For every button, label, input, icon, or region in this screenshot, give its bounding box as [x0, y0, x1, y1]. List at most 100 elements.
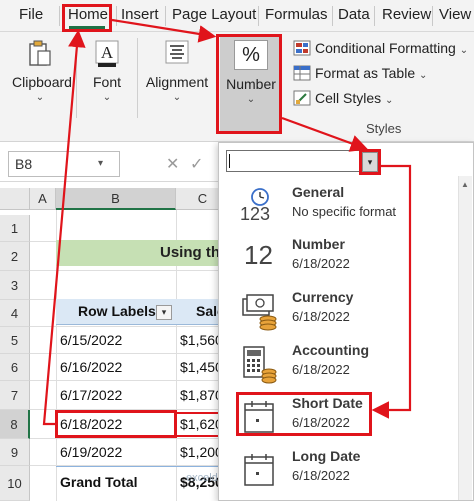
row-header[interactable]: 4	[0, 300, 30, 327]
format-as-table-icon	[293, 65, 311, 81]
chevron-down-icon: ⌄	[385, 95, 394, 106]
pivot-sales-cell[interactable]: $1,450	[180, 359, 223, 375]
pivot-sales-cell[interactable]: $1,870	[180, 387, 223, 403]
tab-insert[interactable]: Insert	[121, 6, 159, 23]
ribbon-separator	[137, 38, 138, 118]
cell-styles-button[interactable]: Cell Styles ⌄	[293, 90, 393, 106]
format-option-number[interactable]: 12 Number 6/18/2022	[232, 232, 454, 284]
format-option-preview: 6/18/2022	[292, 309, 350, 324]
styles-group-label: Styles	[366, 121, 402, 136]
grand-total-label[interactable]: Grand Total	[60, 474, 138, 490]
tab-view[interactable]: View	[439, 6, 471, 23]
name-box[interactable]: B8	[8, 151, 120, 177]
general-icon-digits: 123	[240, 204, 271, 224]
cell-styles-icon	[293, 90, 311, 106]
pivot-date-cell[interactable]: 6/19/2022	[60, 444, 122, 460]
font-color-icon: A	[95, 40, 119, 67]
tab-separator	[116, 6, 117, 26]
grand-total-border	[56, 466, 230, 467]
format-option-accounting[interactable]: Accounting 6/18/2022	[232, 338, 454, 390]
format-option-preview: 6/18/2022	[292, 468, 350, 483]
tab-separator	[59, 6, 60, 26]
selected-cell-highlight-box	[55, 410, 177, 438]
conditional-formatting-button[interactable]: Conditional Formatting ⌄	[293, 40, 468, 56]
format-option-name: Long Date	[292, 448, 361, 464]
row-header[interactable]: 1	[0, 215, 30, 242]
tab-separator	[332, 6, 333, 26]
chevron-down-icon: ⌄	[35, 92, 45, 103]
tab-separator	[165, 6, 166, 26]
dropdown-arrow-highlight-box	[359, 149, 381, 175]
name-box-value: B8	[15, 156, 33, 172]
column-header-a[interactable]: A	[30, 188, 56, 210]
chevron-down-icon[interactable]: ▾	[98, 158, 103, 169]
select-all-corner[interactable]	[0, 188, 30, 210]
tab-separator	[432, 6, 433, 26]
number-12-icon: 12	[244, 240, 273, 270]
filter-dropdown-icon[interactable]: ▾	[156, 305, 172, 320]
cancel-icon[interactable]: ✕	[166, 154, 179, 174]
tab-review[interactable]: Review	[382, 6, 431, 23]
format-option-name: Currency	[292, 289, 354, 305]
tab-data[interactable]: Data	[338, 6, 370, 23]
pivot-sales-cell[interactable]: $1,560	[180, 332, 223, 348]
number-highlight-box	[216, 34, 282, 134]
pivot-header-row-labels-text: Row Labels	[78, 303, 156, 319]
calendar-icon	[244, 454, 274, 486]
tab-page-layout[interactable]: Page Layout	[172, 6, 256, 23]
dropdown-scrollbar[interactable]	[458, 176, 472, 500]
tab-formulas[interactable]: Formulas	[265, 6, 328, 23]
home-tab-highlight-box	[62, 4, 112, 32]
row-header[interactable]: 10	[0, 466, 30, 501]
conditional-formatting-label: Conditional Formatting	[315, 40, 456, 56]
format-as-table-button[interactable]: Format as Table ⌄	[293, 65, 427, 81]
font-button[interactable]: A Font ⌄	[86, 40, 128, 103]
row-header[interactable]: 6	[0, 354, 30, 381]
pivot-date-cell[interactable]: 6/17/2022	[60, 387, 122, 403]
alignment-label: Alignment	[145, 74, 209, 90]
row-header[interactable]: 2	[0, 242, 30, 271]
chevron-down-icon: ⌄	[419, 70, 428, 81]
row-header[interactable]: 7	[0, 381, 30, 410]
row-header[interactable]: 3	[0, 271, 30, 300]
tab-separator	[374, 6, 375, 26]
format-option-name: Accounting	[292, 342, 369, 358]
format-option-preview: 6/18/2022	[292, 256, 350, 271]
tab-file[interactable]: File	[19, 6, 43, 23]
clipboard-button[interactable]: Clipboard ⌄	[12, 40, 72, 103]
short-date-highlight-box	[236, 392, 372, 436]
currency-bills-icon	[242, 294, 277, 331]
column-header-b[interactable]: B	[56, 188, 176, 210]
alignment-icon	[165, 40, 189, 64]
chevron-down-icon: ⌄	[459, 45, 469, 56]
pivot-sales-cell[interactable]: $1,200	[180, 444, 223, 460]
pivot-date-cell[interactable]: 6/16/2022	[60, 359, 122, 375]
format-option-preview: 6/18/2022	[292, 362, 350, 377]
calculator-icon	[243, 346, 277, 384]
format-option-name: General	[292, 184, 345, 200]
ribbon-separator	[76, 38, 77, 118]
svg-text:A: A	[101, 43, 114, 62]
row-header[interactable]: 9	[0, 439, 30, 466]
format-option-preview: No specific format	[292, 204, 397, 219]
conditional-formatting-icon	[293, 40, 311, 56]
format-as-table-label: Format as Table	[315, 65, 416, 81]
enter-icon[interactable]: ✓	[190, 154, 203, 174]
chevron-down-icon: ⌄	[102, 92, 112, 103]
text-caret	[229, 154, 230, 168]
format-option-currency[interactable]: Currency 6/18/2022	[232, 285, 454, 337]
sheet-title: Using th	[160, 244, 220, 261]
number-format-input[interactable]	[226, 150, 376, 172]
clipboard-label: Clipboard	[12, 74, 72, 90]
tab-separator	[258, 6, 259, 26]
alignment-button[interactable]: Alignment ⌄	[144, 40, 210, 103]
row-header[interactable]: 5	[0, 327, 30, 354]
row-header[interactable]: 8	[0, 410, 30, 439]
cell-styles-label: Cell Styles	[315, 90, 382, 106]
chevron-down-icon: ⌄	[172, 92, 182, 103]
pivot-date-cell[interactable]: 6/15/2022	[60, 332, 122, 348]
format-option-general[interactable]: 123 General No specific format	[232, 180, 454, 232]
font-label: Font	[92, 74, 121, 90]
scroll-up-icon[interactable]: ▲	[461, 180, 469, 189]
format-option-long-date[interactable]: Long Date 6/18/2022	[232, 444, 454, 496]
